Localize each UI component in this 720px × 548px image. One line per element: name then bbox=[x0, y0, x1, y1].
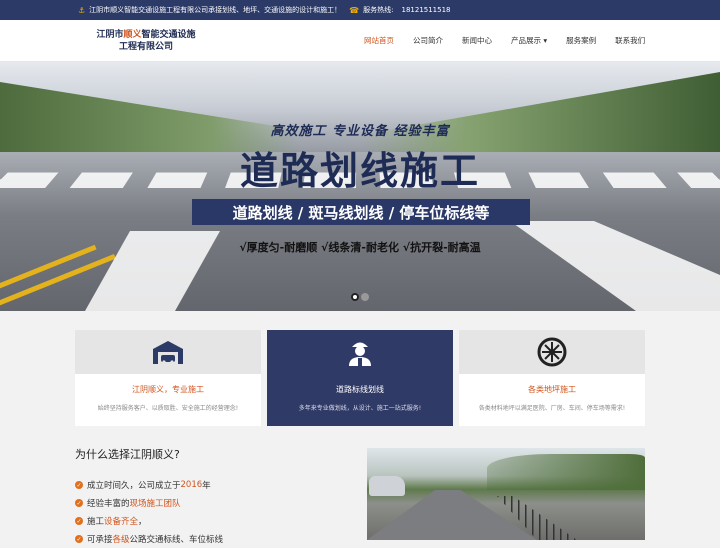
main-nav: 网站首页 公司简介 新闻中心 产品展示 ▾ 服务案例 联系我们 bbox=[364, 35, 664, 46]
hotline-number[interactable]: 18121511518 bbox=[402, 6, 451, 14]
phone-icon: ☎ bbox=[349, 5, 360, 15]
check-icon: ✓ bbox=[75, 517, 83, 525]
service-card[interactable]: 江阴顺义，专业施工 始终坚持服务客户、以质取胜、安全施工的经营理念! bbox=[75, 330, 261, 426]
anchor-icon: ⚓ bbox=[78, 5, 86, 15]
site-logo[interactable]: 江阴市顺义智能交通设施 工程有限公司 bbox=[76, 29, 216, 53]
company-intro: 江阴市顺义智能交通设施工程有限公司承接划线、地坪、交通设施的设计和施工！ bbox=[89, 6, 342, 14]
service-card[interactable]: 各类地坪施工 各类材料地坪以满足医院、厂房、车间、停车场等需求! bbox=[459, 330, 645, 426]
list-item: ✓ 经验丰富的 现场施工团队 bbox=[75, 499, 181, 509]
check-icon: ✓ bbox=[75, 481, 83, 489]
nav-cases[interactable]: 服务案例 bbox=[566, 35, 596, 46]
list-item: ✓ 可承接 各级 公路交通标线、车位标线 bbox=[75, 535, 224, 545]
carousel-dot-1[interactable] bbox=[351, 293, 359, 301]
hero-services-band: 道路划线 / 斑马线划线 / 停车位标线等 bbox=[192, 199, 530, 225]
list-item: ✓ 成立时间久，公司成立于 2016 年 bbox=[75, 480, 211, 491]
nav-contact[interactable]: 联系我们 bbox=[615, 35, 645, 46]
hero-slogan: 高效施工 专业设备 经验丰富 bbox=[270, 124, 450, 139]
wheel-icon bbox=[537, 337, 567, 367]
garage-icon bbox=[153, 341, 183, 364]
carousel-dots bbox=[351, 293, 371, 301]
hero-banner[interactable]: 高效施工 专业设备 经验丰富 道路划线施工 道路划线 / 斑马线划线 / 停车位… bbox=[0, 62, 720, 311]
hotline-label: 服务热线: bbox=[363, 6, 394, 14]
why-choose-section: 为什么选择江阴顺义? ✓ 成立时间久，公司成立于 2016 年 ✓ 经验丰富的 现场施工团… bbox=[75, 446, 355, 548]
top-info-bar: ⚓ 江阴市顺义智能交通设施工程有限公司承接划线、地坪、交通设施的设计和施工！ ☎… bbox=[0, 0, 720, 20]
site-header: 江阴市顺义智能交通设施 工程有限公司 网站首页 公司简介 新闻中心 产品展示 ▾… bbox=[0, 20, 720, 62]
service-card[interactable]: 道路标线划线 多年来专业做划线，从设计、施工一站式服务! bbox=[267, 330, 453, 426]
nav-about[interactable]: 公司简介 bbox=[413, 35, 443, 46]
carousel-dot-2[interactable] bbox=[361, 293, 369, 301]
check-icon: ✓ bbox=[75, 499, 83, 507]
hero-features: √厚度匀-耐磨顺 √线条清-耐老化 √抗开裂-耐高温 bbox=[239, 241, 481, 254]
nav-news[interactable]: 新闻中心 bbox=[462, 35, 492, 46]
check-icon: ✓ bbox=[75, 535, 83, 543]
list-item: ✓ 施工 设备齐全， bbox=[75, 517, 147, 527]
road-photo bbox=[367, 448, 645, 540]
worker-icon bbox=[349, 342, 371, 366]
why-heading: 为什么选择江阴顺义? bbox=[75, 448, 180, 461]
hero-title: 道路划线施工 bbox=[239, 148, 480, 193]
services-row: 江阴顺义，专业施工 始终坚持服务客户、以质取胜、安全施工的经营理念! 道路标线划… bbox=[75, 330, 651, 426]
nav-home[interactable]: 网站首页 bbox=[364, 35, 394, 46]
nav-products[interactable]: 产品展示 ▾ bbox=[511, 35, 547, 46]
